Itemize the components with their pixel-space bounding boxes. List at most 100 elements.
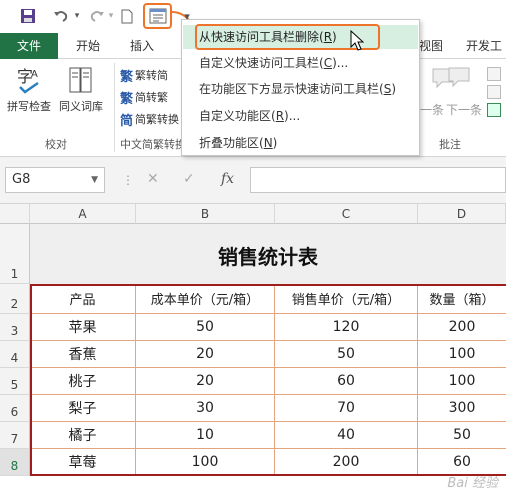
menu-item-suffix: ) — [391, 82, 396, 96]
simp-to-trad-label: 简转繁 — [135, 91, 169, 104]
cell-cost[interactable]: 30 — [136, 395, 275, 422]
sheet-title[interactable]: 销售统计表 — [30, 224, 506, 284]
cell-product[interactable]: 香蕉 — [30, 341, 136, 368]
formula-bar-area: G8 ▼ ⋮ ✕ ✓ fx — [0, 157, 506, 204]
cell-product[interactable]: 梨子 — [30, 395, 136, 422]
qat-context-menu: 从快速访问工具栏删除(R) 自定义快速访问工具栏(C)... 在功能区下方显示快速访… — [181, 19, 420, 156]
cell-product[interactable]: 苹果 — [30, 314, 136, 341]
cell-cost[interactable]: 20 — [136, 341, 275, 368]
cell-quantity[interactable]: 200 — [418, 314, 506, 341]
tab-developer[interactable]: 开发工 — [462, 33, 506, 59]
header-cell-quantity[interactable]: 数量（箱） — [418, 284, 506, 314]
row-header-6[interactable]: 6 — [0, 395, 30, 422]
name-box[interactable]: G8 ▼ — [5, 167, 105, 193]
redo-icon[interactable] — [86, 6, 108, 26]
column-header-a[interactable]: A — [30, 204, 136, 224]
row-header-8[interactable]: 8 — [0, 449, 30, 476]
cancel-icon[interactable]: ✕ — [147, 171, 159, 187]
new-file-icon[interactable] — [118, 6, 136, 26]
cell-cost[interactable]: 50 — [136, 314, 275, 341]
undo-icon[interactable] — [50, 6, 72, 26]
tab-insert[interactable]: 插入 — [122, 33, 162, 59]
row-header-7[interactable]: 7 — [0, 422, 30, 449]
menu-item-1[interactable]: 自定义快速访问工具栏(C)... — [183, 51, 418, 75]
row-header-5[interactable]: 5 — [0, 368, 30, 395]
row-header-4[interactable]: 4 — [0, 341, 30, 368]
column-header-c[interactable]: C — [275, 204, 418, 224]
menu-item-suffix: )... — [332, 56, 349, 70]
menu-item-4[interactable]: 折叠功能区(N) — [183, 131, 418, 155]
header-cell-product[interactable]: 产品 — [30, 284, 136, 314]
spell-check-icon: 字A — [17, 67, 39, 94]
cell-product[interactable]: 橘子 — [30, 422, 136, 449]
cell-price[interactable]: 120 — [275, 314, 418, 341]
menu-item-label: 在功能区下方显示快速访问工具栏( — [199, 82, 384, 96]
thesaurus-button[interactable]: 同义词库 — [56, 65, 106, 114]
drag-handle-icon[interactable]: ⋮ — [122, 173, 134, 187]
convert-button[interactable]: 简简繁转换 — [120, 109, 179, 129]
menu-item-label: 自定义功能区( — [199, 109, 276, 123]
row-header-3[interactable]: 3 — [0, 314, 30, 341]
cell-price[interactable]: 40 — [275, 422, 418, 449]
cell-price[interactable]: 60 — [275, 368, 418, 395]
next-comment-button[interactable] — [446, 67, 472, 88]
cell-price[interactable]: 70 — [275, 395, 418, 422]
menu-item-accelerator: C — [323, 56, 333, 70]
column-header-d[interactable]: D — [418, 204, 506, 224]
menu-item-2[interactable]: 在功能区下方显示快速访问工具栏(S) — [183, 77, 418, 101]
menu-item-accelerator: R — [275, 109, 285, 123]
redo-dropdown-icon[interactable]: ▾ — [106, 6, 116, 26]
show-comment-icon[interactable] — [487, 67, 501, 81]
next-comment-label: 下一条 — [446, 102, 483, 117]
chinese-group-label: 中文简繁转换 — [120, 138, 186, 151]
convert-label: 简繁转换 — [135, 113, 180, 126]
cell-product[interactable]: 桃子 — [30, 368, 136, 395]
menu-item-3[interactable]: 自定义功能区(R)... — [183, 104, 418, 128]
cell-quantity[interactable]: 100 — [418, 368, 506, 395]
trad-to-simp-button[interactable]: 繁繁转简 — [120, 65, 168, 85]
undo-dropdown-icon[interactable]: ▾ — [72, 6, 82, 26]
trad-to-simp-label: 繁转简 — [135, 69, 169, 82]
cell-quantity[interactable]: 300 — [418, 395, 506, 422]
menu-item-suffix: )... — [284, 109, 301, 123]
cell-cost[interactable]: 20 — [136, 368, 275, 395]
group-separator — [114, 63, 115, 152]
tab-file[interactable]: 文件 — [0, 33, 58, 59]
cell-quantity[interactable]: 100 — [418, 341, 506, 368]
tab-home[interactable]: 开始 — [68, 33, 108, 59]
ink-icon[interactable] — [487, 103, 501, 117]
convert-icon: 简 — [120, 113, 134, 129]
form-icon[interactable] — [147, 6, 169, 26]
header-cell-cost[interactable]: 成本单价（元/箱） — [136, 284, 275, 314]
trad-simp-icon: 繁 — [120, 69, 134, 85]
save-icon[interactable] — [18, 6, 38, 26]
cell-price[interactable]: 50 — [275, 341, 418, 368]
cell-quantity[interactable]: 50 — [418, 422, 506, 449]
fx-icon[interactable]: fx — [221, 171, 234, 187]
formula-input[interactable] — [250, 167, 506, 193]
simp-to-trad-button[interactable]: 繁简转繁 — [120, 87, 168, 107]
prev-comment-label: 一条 — [420, 102, 445, 117]
cell-product[interactable]: 草莓 — [30, 449, 136, 476]
menu-item-label: 从快速访问工具栏删除( — [199, 30, 324, 44]
spreadsheet-grid: A B C D 1 2 3 4 5 6 7 8 销售统计表 产品 成本单价（元/… — [0, 204, 506, 497]
enter-icon[interactable]: ✓ — [183, 171, 195, 187]
simp-trad-icon: 繁 — [120, 91, 134, 107]
chevron-down-icon[interactable]: ▼ — [91, 168, 98, 192]
mouse-cursor-icon — [350, 30, 365, 51]
cell-cost[interactable]: 10 — [136, 422, 275, 449]
header-cell-price[interactable]: 销售单价（元/箱） — [275, 284, 418, 314]
proofing-group-label: 校对 — [45, 138, 67, 151]
spell-check-label: 拼写检查 — [7, 100, 51, 113]
select-all-corner[interactable] — [0, 204, 30, 224]
row-header-1[interactable]: 1 — [0, 224, 30, 284]
spell-check-button[interactable]: 字A 拼写检查 — [4, 65, 54, 114]
cell-cost[interactable]: 100 — [136, 449, 275, 476]
cell-price[interactable]: 200 — [275, 449, 418, 476]
name-box-value: G8 — [12, 172, 31, 187]
row-header-2[interactable]: 2 — [0, 284, 30, 314]
menu-item-0[interactable]: 从快速访问工具栏删除(R) — [183, 25, 418, 49]
column-header-b[interactable]: B — [136, 204, 275, 224]
show-all-icon[interactable] — [487, 85, 501, 99]
next-comment-icon — [448, 67, 470, 88]
